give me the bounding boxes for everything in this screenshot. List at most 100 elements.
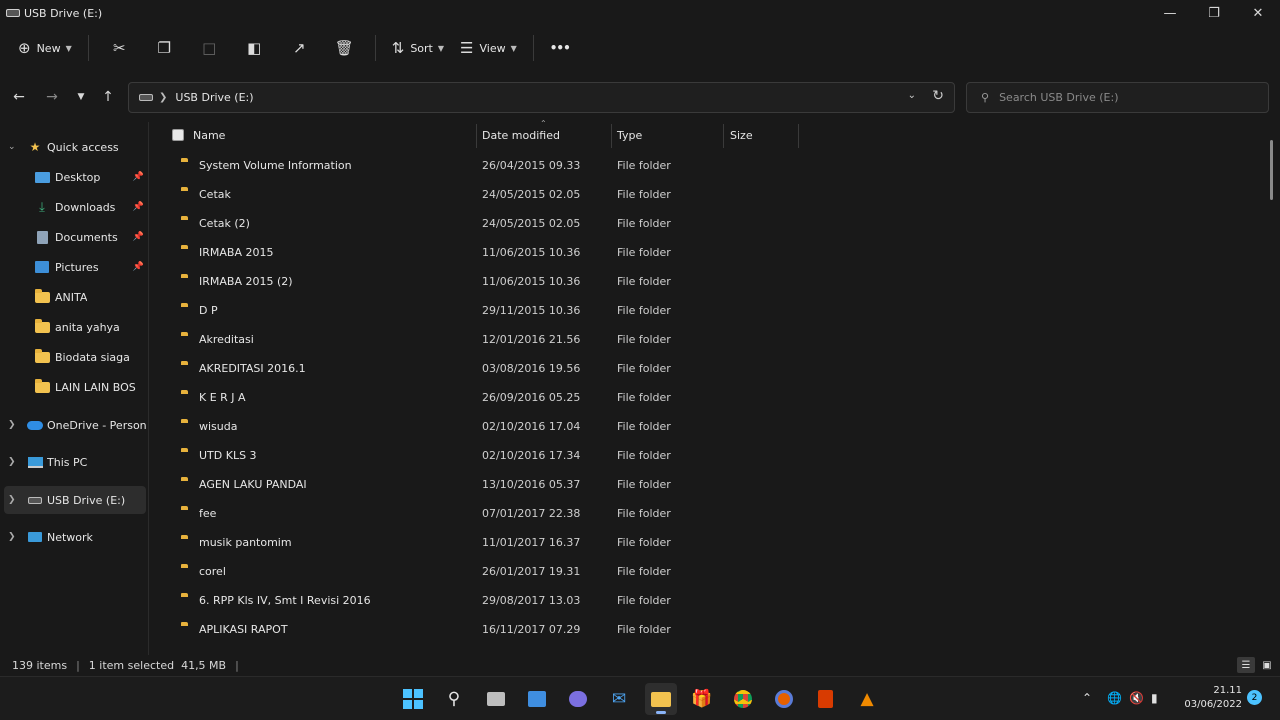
table-row[interactable]: musik pantomim 11/01/2017 16.37 File folde… (150, 528, 1265, 557)
details-view-button[interactable]: ☰ (1237, 657, 1255, 673)
back-button[interactable]: ← (8, 86, 30, 108)
column-resize-handle[interactable] (798, 124, 799, 148)
tiles-view-button[interactable]: ▣ (1258, 657, 1276, 673)
sidebar-item-label: Quick access (47, 140, 119, 154)
sidebar-item-usb-drive[interactable]: ❯ USB Drive (E:) (4, 486, 146, 514)
widgets-button[interactable] (521, 683, 553, 715)
close-button[interactable]: ✕ (1236, 0, 1280, 26)
column-resize-handle[interactable] (476, 124, 477, 148)
sidebar-item-biodata-siaga[interactable]: Biodata siaga (0, 343, 148, 371)
cut-button[interactable]: ✂ (97, 33, 142, 63)
chevron-up-icon[interactable]: ⌃ (1082, 691, 1092, 705)
more-icon: ••• (549, 41, 571, 55)
up-button[interactable]: ↑ (97, 86, 119, 108)
table-row[interactable]: System Volume Information 26/04/2015 09.3… (150, 151, 1265, 180)
table-row[interactable]: wisuda 02/10/2016 17.04 File folder (150, 412, 1265, 441)
task-view-button[interactable] (480, 683, 512, 715)
notification-badge[interactable]: 2 (1247, 690, 1262, 705)
table-row[interactable]: corel 26/01/2017 19.31 File folder (150, 557, 1265, 586)
sidebar-item-anita-yahya[interactable]: anita yahya (0, 313, 148, 341)
table-row[interactable]: UTD KLS 3 02/10/2016 17.34 File folder (150, 441, 1265, 470)
breadcrumb-usb-drive[interactable]: USB Drive (E:) (175, 91, 253, 104)
gift-app-button[interactable]: 🎁 (686, 683, 718, 715)
table-row[interactable]: Cetak 24/05/2015 02.05 File folder (150, 180, 1265, 209)
firefox-button[interactable] (768, 683, 800, 715)
battery-icon[interactable]: ▮ (1151, 691, 1158, 705)
table-row[interactable]: AKREDITASI 2016.1 03/08/2016 19.56 File fo… (150, 354, 1265, 383)
sidebar-item-lain-lain-bos[interactable]: LAIN LAIN BOS (0, 373, 148, 401)
table-row[interactable]: IRMABA 2015 (2) 11/06/2015 10.36 File fold… (150, 267, 1265, 296)
table-row[interactable]: AGEN LAKU PANDAI 13/10/2016 05.37 File fol… (150, 470, 1265, 499)
share-button[interactable]: ↗ (277, 33, 322, 63)
sidebar-item-desktop[interactable]: Desktop 📌 (0, 163, 148, 191)
sidebar-item-this-pc[interactable]: ❯ This PC (0, 448, 148, 476)
vertical-scrollbar[interactable] (1270, 140, 1273, 200)
rename-button[interactable]: ◧ (232, 33, 277, 63)
task-view-icon (487, 692, 505, 706)
search-taskbar-button[interactable]: ⚲ (438, 683, 470, 715)
sidebar-item-anita[interactable]: ANITA (0, 283, 148, 311)
table-row[interactable]: Cetak (2) 24/05/2015 02.05 File folder (150, 209, 1265, 238)
maximize-button[interactable]: ❐ (1192, 0, 1236, 26)
address-dropdown-icon[interactable]: ⌄ (908, 90, 916, 101)
copy-button[interactable]: ❐ (142, 33, 187, 63)
usb-drive-icon (6, 9, 20, 17)
volume-muted-icon[interactable]: 🔇 (1129, 691, 1144, 705)
clock[interactable]: 21.11 03/06/2022 (1176, 684, 1242, 712)
file-type: File folder (617, 188, 671, 201)
vlc-button[interactable]: ▲ (851, 683, 883, 715)
pin-icon[interactable]: 📌 (133, 262, 144, 272)
sidebar-item-downloads[interactable]: ⤓ Downloads 📌 (0, 193, 148, 221)
chat-button[interactable] (562, 683, 594, 715)
table-row[interactable]: D P 29/11/2015 10.36 File folder (150, 296, 1265, 325)
command-bar: ⊕ New ▼ ✂ ❐ □ ◧ ↗ 🗑 ⇅ Sort ▼ ☰ View ▼ ••… (0, 26, 1280, 70)
language-icon[interactable]: 🌐 (1107, 691, 1122, 705)
sort-button[interactable]: ⇅ Sort ▼ (384, 33, 452, 63)
search-box[interactable]: ⚲ (966, 82, 1269, 113)
table-row[interactable]: fee 07/01/2017 22.38 File folder (150, 499, 1265, 528)
column-resize-handle[interactable] (611, 124, 612, 148)
new-button[interactable]: ⊕ New ▼ (10, 33, 80, 63)
table-row[interactable]: APLIKASI RAPOT 16/11/2017 07.29 File folde… (150, 615, 1265, 644)
sidebar-item-onedrive[interactable]: ❯ OneDrive - Personal (0, 411, 148, 439)
table-row[interactable]: Akreditasi 12/01/2016 21.56 File folder (150, 325, 1265, 354)
table-row[interactable]: IRMABA 2015 11/06/2015 10.36 File folder (150, 238, 1265, 267)
more-options-button[interactable]: ••• (542, 33, 578, 63)
search-input[interactable] (999, 91, 1240, 104)
start-button[interactable] (397, 683, 429, 715)
mail-button[interactable]: ✉ (603, 683, 635, 715)
file-name: IRMABA 2015 (199, 246, 274, 259)
file-type: File folder (617, 565, 671, 578)
column-header-name[interactable]: Name (193, 122, 225, 149)
delete-button[interactable]: 🗑 (322, 33, 367, 63)
file-explorer-button[interactable] (645, 683, 677, 715)
address-bar[interactable]: ❯ USB Drive (E:) ⌄ ↻ (128, 82, 955, 113)
office-button[interactable] (809, 683, 841, 715)
sidebar-item-network[interactable]: ❯ Network (0, 523, 148, 551)
column-header-type[interactable]: Type (617, 122, 642, 149)
minimize-button[interactable]: — (1148, 0, 1192, 26)
recent-locations-button[interactable]: ▼ (70, 86, 92, 108)
forward-button[interactable]: → (41, 86, 63, 108)
chevron-down-icon: ⌄ (8, 142, 16, 152)
select-all-checkbox[interactable] (172, 129, 184, 141)
chrome-button[interactable] (727, 683, 759, 715)
column-header-date-modified[interactable]: Date modified (482, 122, 560, 149)
column-resize-handle[interactable] (723, 124, 724, 148)
file-date-modified: 29/11/2015 10.36 (482, 304, 581, 317)
sidebar-item-documents[interactable]: Documents 📌 (0, 223, 148, 251)
chevron-down-icon: ▼ (437, 43, 445, 53)
pin-icon[interactable]: 📌 (133, 202, 144, 212)
pin-icon[interactable]: 📌 (133, 232, 144, 242)
paste-button[interactable]: □ (187, 33, 232, 63)
table-row[interactable]: K E R J A 26/09/2016 05.25 File folder (150, 383, 1265, 412)
sidebar-item-quick-access[interactable]: ⌄ ★ Quick access (0, 133, 148, 161)
sidebar-item-pictures[interactable]: Pictures 📌 (0, 253, 148, 281)
pin-icon[interactable]: 📌 (133, 172, 144, 182)
sidebar-item-label: Network (47, 530, 93, 544)
refresh-icon[interactable]: ↻ (932, 88, 944, 104)
chevron-right-icon: ❯ (159, 92, 168, 103)
view-button[interactable]: ☰ View ▼ (452, 33, 525, 63)
column-header-size[interactable]: Size (730, 122, 753, 149)
table-row[interactable]: 6. RPP Kls IV, Smt I Revisi 2016 29/08/20… (150, 586, 1265, 615)
